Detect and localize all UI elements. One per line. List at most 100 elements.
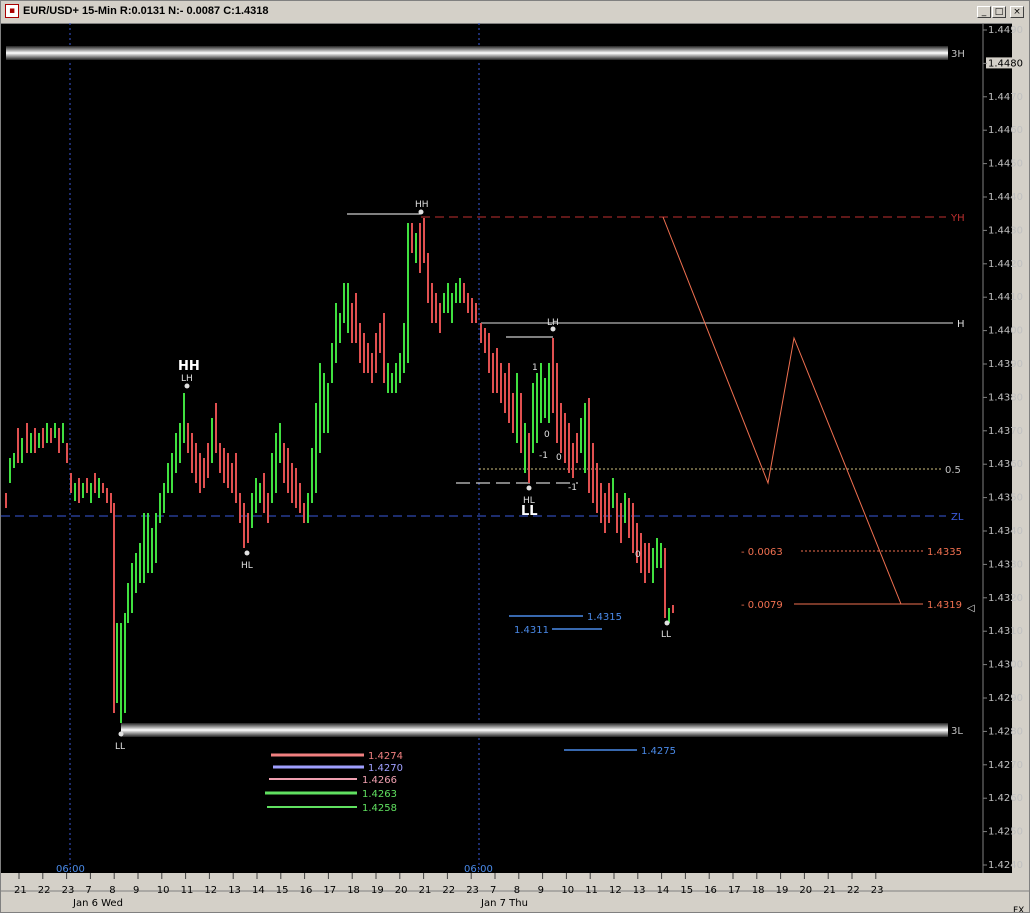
lower-band (121, 723, 948, 737)
time-tick-label: 20 (799, 885, 812, 896)
price-tick-label: 1.4240 (988, 860, 1023, 871)
lower-band-label: 3L (951, 726, 963, 737)
price-tick-label: 1.4320 (988, 593, 1023, 604)
time-tick-label: 14 (657, 885, 670, 896)
stack-price-2: 1.4270 (368, 763, 403, 774)
day-label: Jan 7 Thu (480, 898, 528, 909)
price-tick-label: 1.4330 (988, 559, 1023, 570)
price-tick-label: 1.4440 (988, 192, 1023, 203)
chart-window: ▪ EUR/USD+ 15-Min R:0.0131 N:- 0.0087 C:… (0, 0, 1030, 913)
price-tick-label: 1.4430 (988, 225, 1023, 236)
close-button[interactable]: × (1010, 6, 1024, 18)
price-tick-label: 1.4370 (988, 426, 1023, 437)
swing-label-hl: HL (241, 561, 253, 571)
swing-dot (664, 620, 670, 626)
stack-price-4: 1.4263 (362, 789, 397, 800)
time-tick-label: 23 (62, 885, 75, 896)
time-tick-label: 21 (14, 885, 27, 896)
wave-count: 0 (635, 550, 641, 560)
target-1-price: 1.4335 (927, 547, 962, 558)
stack-price-5: 1.4258 (362, 803, 397, 814)
stack-price-3: 1.4266 (362, 775, 397, 786)
price-tick-label: 1.4280 (988, 726, 1023, 737)
title-bar: ▪ EUR/USD+ 15-Min R:0.0131 N:- 0.0087 C:… (1, 1, 1029, 24)
wave-count: 1 (532, 363, 538, 373)
swing-label-ll-2: LL (661, 630, 671, 640)
time-tick-label: 11 (181, 885, 194, 896)
time-tick-label: 22 (38, 885, 51, 896)
time-tick-label: 21 (823, 885, 836, 896)
swing-dot (118, 731, 124, 737)
swing-dot (184, 383, 190, 389)
price-tick-label: 1.4400 (988, 326, 1023, 337)
upper-band (6, 46, 948, 60)
time-tick-label: 23 (466, 885, 479, 896)
price-tick-label: 1.4260 (988, 793, 1023, 804)
stack-price-1: 1.4274 (368, 751, 403, 762)
time-tick-label: 13 (633, 885, 646, 896)
corner-label: FX (1013, 906, 1024, 913)
vertical-scrollbar[interactable] (1012, 23, 1030, 873)
wave-count: 0 (544, 430, 550, 440)
half-label: 0.5 (945, 465, 961, 476)
candles-layer (5, 218, 674, 723)
time-marker: 06:00 (464, 864, 493, 875)
target-2-price: 1.4319 (927, 600, 962, 611)
app-icon[interactable]: ▪ (5, 4, 19, 18)
price-tick-label: 1.4310 (988, 626, 1023, 637)
time-tick-label: 15 (680, 885, 693, 896)
time-tick-label: 15 (276, 885, 289, 896)
swing-label-ll: LL (115, 742, 125, 752)
zero-line-label: ZL (951, 512, 964, 523)
time-tick-label: 17 (728, 885, 741, 896)
price-tick-label: 1.4410 (988, 292, 1023, 303)
time-tick-label: 8 (514, 885, 520, 896)
window-title: EUR/USD+ 15-Min R:0.0131 N:- 0.0087 C:1.… (23, 5, 269, 17)
time-tick-label: 9 (133, 885, 139, 896)
projection-path (662, 216, 902, 605)
upper-band-label: 3H (951, 49, 965, 60)
price-tick-label: 1.4270 (988, 760, 1023, 771)
swing-label-ll-big: LL (521, 504, 538, 519)
swing-dot (244, 550, 250, 556)
target-2-diff: - 0.0079 (741, 600, 783, 611)
price-tick-label: 1.4450 (988, 159, 1023, 170)
price-tag-2: 1.4311 (514, 625, 549, 636)
price-chart[interactable]: 3H 3L YH H 0.5 ZL - 0.0063 1.4335 - 0.00… (1, 23, 1030, 913)
time-tick-label: 10 (157, 885, 170, 896)
wave-count: 0 (556, 453, 562, 463)
time-marker: 06:00 (56, 864, 85, 875)
minimize-button[interactable]: _ (977, 6, 991, 18)
price-tick-label: 1.4380 (988, 392, 1023, 403)
time-tick-label: 20 (395, 885, 408, 896)
time-tick-label: 18 (347, 885, 360, 896)
price-tick-label: 1.4360 (988, 459, 1023, 470)
swing-label-lh: LH (181, 374, 193, 384)
price-tick-label: 1.4390 (988, 359, 1023, 370)
yesterday-high-label: YH (950, 213, 965, 224)
price-tick-label: 1.4460 (988, 125, 1023, 136)
maximize-button[interactable]: □ (992, 6, 1006, 18)
price-tick-label: 1.4490 (988, 25, 1023, 36)
time-tick-label: 16 (300, 885, 313, 896)
time-tick-label: 17 (323, 885, 336, 896)
time-tick-label: 8 (109, 885, 115, 896)
high-label: H (957, 319, 965, 330)
time-tick-label: 22 (847, 885, 860, 896)
swing-dot (526, 485, 532, 491)
price-tag-3: 1.4275 (641, 746, 676, 757)
price-tick-label: 1.4340 (988, 526, 1023, 537)
price-tick-label: 1.4470 (988, 92, 1023, 103)
wave-count: -1 (539, 451, 548, 461)
time-tick-label: 13 (228, 885, 241, 896)
time-tick-label: 7 (85, 885, 91, 896)
swing-label-hh-big: HH (178, 359, 200, 374)
time-tick-label: 12 (609, 885, 622, 896)
time-tick-label: 16 (704, 885, 717, 896)
price-tick-label: 1.4350 (988, 493, 1023, 504)
time-tick-label: 22 (442, 885, 455, 896)
time-tick-label: 9 (538, 885, 544, 896)
time-tick-label: 21 (419, 885, 432, 896)
time-tick-label: 23 (871, 885, 884, 896)
price-tick-label: 1.4480 (988, 58, 1023, 69)
